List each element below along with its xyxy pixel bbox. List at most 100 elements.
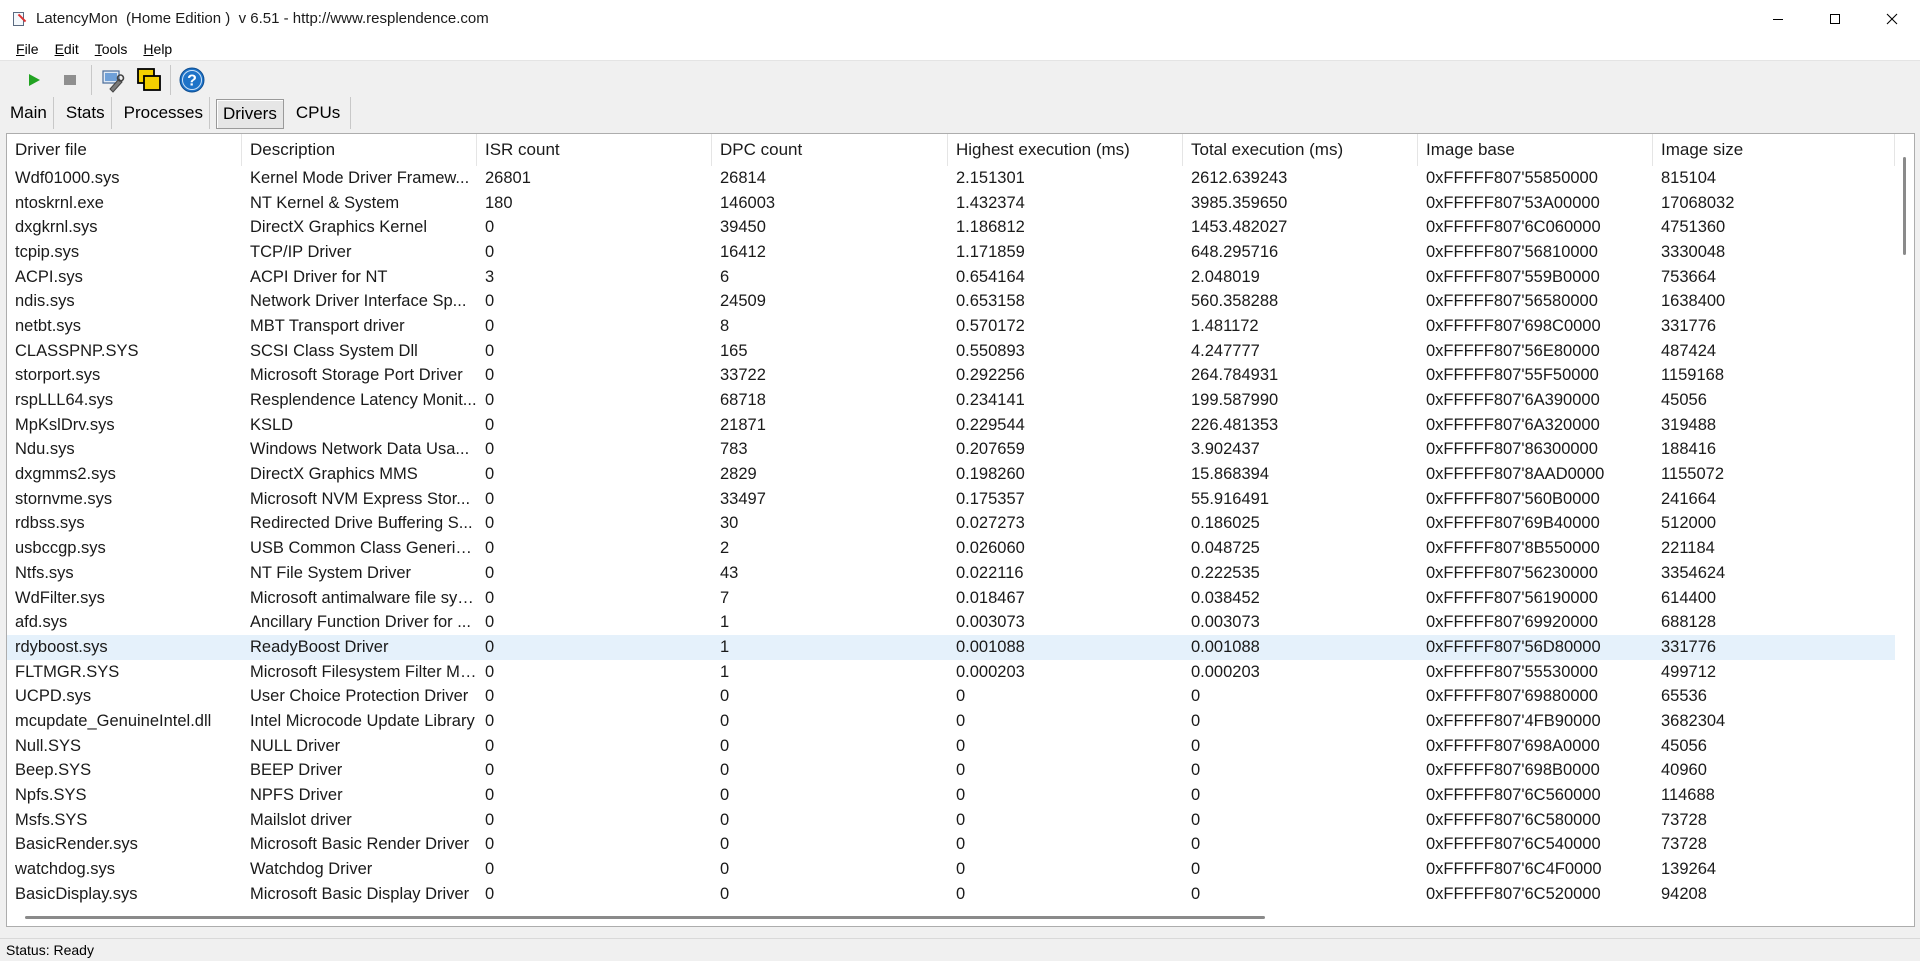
cell-driver-file: WdFilter.sys — [15, 588, 105, 607]
cell-description: Kernel Mode Driver Framew... — [250, 168, 470, 187]
drivers-list[interactable]: Driver file Description ISR count DPC co… — [6, 133, 1915, 927]
cell-isr-count: 0 — [485, 711, 495, 730]
cell-highest-execution: 0.570172 — [956, 316, 1025, 335]
table-row[interactable]: tcpip.sys TCP/IP Driver 0 16412 1.171859 648.… — [7, 240, 1895, 265]
windows-button[interactable] — [131, 63, 167, 97]
cell-isr-count: 0 — [485, 835, 495, 854]
tab-cpus-label: CPUs — [295, 103, 341, 122]
column-header-dpc-count[interactable]: DPC count — [712, 134, 948, 166]
cell-driver-file: ndis.sys — [15, 292, 75, 311]
cell-image-size: 499712 — [1661, 662, 1717, 681]
close-button[interactable] — [1863, 0, 1920, 37]
cell-description: BEEP Driver — [250, 761, 343, 780]
tab-stats[interactable]: Stats — [60, 97, 112, 129]
table-row[interactable]: ntoskrnl.exe NT Kernel & System 180 146003 1… — [7, 191, 1895, 216]
table-row[interactable]: Msfs.SYS Mailslot driver 0 0 0 0 0xFFFFF807'6C… — [7, 808, 1895, 833]
table-row[interactable]: dxgkrnl.sys DirectX Graphics Kernel 0 39450… — [7, 215, 1895, 240]
table-row[interactable]: ndis.sys Network Driver Interface Sp... 0 2… — [7, 289, 1895, 314]
column-header-highest-execution[interactable]: Highest execution (ms) — [948, 134, 1183, 166]
tab-processes-label: Processes — [123, 103, 203, 122]
horizontal-scroll-thumb[interactable] — [25, 916, 1265, 919]
table-row[interactable]: rdbss.sys Redirected Drive Buffering S...… — [7, 512, 1895, 537]
menu-edit[interactable]: Edit — [55, 41, 79, 57]
tab-cpus[interactable]: CPUs — [290, 97, 352, 129]
table-row[interactable]: BasicDisplay.sys Microsoft Basic Display … — [7, 882, 1895, 907]
table-row[interactable]: afd.sys Ancillary Function Driver for ...… — [7, 610, 1895, 635]
table-row[interactable]: CLASSPNP.SYS SCSI Class System Dll 0 165 0.5… — [7, 339, 1895, 364]
cell-image-base: 0xFFFFF807'6C060000 — [1426, 218, 1601, 237]
column-header-total-execution[interactable]: Total execution (ms) — [1183, 134, 1418, 166]
cell-total-execution: 0 — [1191, 711, 1201, 730]
column-header-isr-count[interactable]: ISR count — [477, 134, 712, 166]
menu-help[interactable]: Help — [143, 41, 172, 57]
cell-total-execution: 560.358288 — [1191, 292, 1279, 311]
cell-driver-file: dxgkrnl.sys — [15, 218, 98, 237]
column-header-description[interactable]: Description — [242, 134, 477, 166]
table-row[interactable]: Beep.SYS BEEP Driver 0 0 0 0 0xFFFFF807'698B00… — [7, 759, 1895, 784]
cell-isr-count: 0 — [485, 440, 495, 459]
cell-isr-count: 0 — [485, 292, 495, 311]
window-controls — [1749, 0, 1920, 37]
table-row[interactable]: rdyboost.sys ReadyBoost Driver 0 1 0.001088 0… — [7, 635, 1895, 660]
table-row[interactable]: Wdf01000.sys Kernel Mode Driver Framew...… — [7, 166, 1895, 191]
cell-total-execution: 3985.359650 — [1191, 193, 1288, 212]
maximize-button[interactable] — [1806, 0, 1863, 37]
start-monitor-button[interactable] — [16, 63, 52, 97]
options-button[interactable] — [95, 63, 131, 97]
cell-dpc-count: 1 — [720, 662, 730, 681]
cell-driver-file: tcpip.sys — [15, 242, 80, 261]
cell-image-size: 487424 — [1661, 341, 1717, 360]
table-row[interactable]: WdFilter.sys Microsoft antimalware file s… — [7, 586, 1895, 611]
table-row[interactable]: UCPD.sys User Choice Protection Driver 0 0 0… — [7, 684, 1895, 709]
cell-highest-execution: 0.027273 — [956, 514, 1025, 533]
table-row[interactable]: stornvme.sys Microsoft NVM Express Stor..… — [7, 487, 1895, 512]
cell-total-execution: 3.902437 — [1191, 440, 1260, 459]
column-header-driver-file[interactable]: Driver file — [7, 134, 242, 166]
tab-processes[interactable]: Processes — [118, 97, 210, 129]
cell-image-base: 0xFFFFF807'698B0000 — [1426, 761, 1600, 780]
table-row[interactable]: dxgmms2.sys DirectX Graphics MMS 0 2829 0.19… — [7, 462, 1895, 487]
table-row[interactable]: netbt.sys MBT Transport driver 0 8 0.570172 1… — [7, 314, 1895, 339]
table-row[interactable]: Ntfs.sys NT File System Driver 0 43 0.022116… — [7, 561, 1895, 586]
horizontal-scrollbar[interactable] — [7, 907, 1895, 926]
table-row[interactable]: Null.SYS NULL Driver 0 0 0 0 0xFFFFF807'698A00… — [7, 734, 1895, 759]
help-button[interactable]: ? — [174, 63, 210, 97]
cell-highest-execution: 0.198260 — [956, 465, 1025, 484]
stop-monitor-button[interactable] — [52, 63, 88, 97]
vertical-scrollbar[interactable] — [1895, 134, 1914, 908]
cell-image-base: 0xFFFFF807'55F50000 — [1426, 366, 1599, 385]
table-row[interactable]: Npfs.SYS NPFS Driver 0 0 0 0 0xFFFFF807'6C5600… — [7, 783, 1895, 808]
cell-highest-execution: 0.000203 — [956, 662, 1025, 681]
cell-driver-file: Msfs.SYS — [15, 810, 88, 829]
cell-image-base: 0xFFFFF807'69B40000 — [1426, 514, 1600, 533]
cell-highest-execution: 0.022116 — [956, 563, 1024, 582]
table-row[interactable]: usbccgp.sys USB Common Class Generic ... 0… — [7, 536, 1895, 561]
tab-drivers[interactable]: Drivers — [215, 99, 284, 129]
table-row[interactable]: watchdog.sys Watchdog Driver 0 0 0 0 0xFFFFF80… — [7, 857, 1895, 882]
table-row[interactable]: BasicRender.sys Microsoft Basic Render Dr… — [7, 833, 1895, 858]
cell-highest-execution: 0 — [956, 761, 966, 780]
window-title: LatencyMon (Home Edition ) v 6.51 - http… — [36, 10, 489, 27]
table-row[interactable]: MpKslDrv.sys KSLD 0 21871 0.229544 226.481353… — [7, 413, 1895, 438]
table-row[interactable]: storport.sys Microsoft Storage Port Drive… — [7, 364, 1895, 389]
cell-description: Microsoft NVM Express Stor... — [250, 489, 471, 508]
column-header-image-base[interactable]: Image base — [1418, 134, 1653, 166]
cell-driver-file: Wdf01000.sys — [15, 168, 120, 187]
cell-image-size: 512000 — [1661, 514, 1717, 533]
menu-tools[interactable]: Tools — [95, 41, 128, 57]
table-row[interactable]: ACPI.sys ACPI Driver for NT 3 6 0.654164 2.04… — [7, 265, 1895, 290]
vertical-scroll-thumb[interactable] — [1903, 157, 1906, 255]
table-row[interactable]: FLTMGR.SYS Microsoft Filesystem Filter Ma… — [7, 660, 1895, 685]
cell-description: KSLD — [250, 415, 294, 434]
column-header-image-size[interactable]: Image size — [1653, 134, 1895, 166]
menu-file[interactable]: File — [16, 41, 39, 57]
cell-driver-file: storport.sys — [15, 366, 101, 385]
table-row[interactable]: rspLLL64.sys Resplendence Latency Monit..… — [7, 388, 1895, 413]
table-row[interactable]: mcupdate_GenuineIntel.dll Intel Microcode… — [7, 709, 1895, 734]
tab-main[interactable]: Main — [4, 97, 54, 129]
title-bar[interactable]: LatencyMon (Home Edition ) v 6.51 - http… — [0, 0, 1920, 37]
cell-highest-execution: 0 — [956, 786, 966, 805]
minimize-button[interactable] — [1749, 0, 1806, 37]
table-row[interactable]: Ndu.sys Windows Network Data Usa... 0 783 0.… — [7, 438, 1895, 463]
cell-description: TCP/IP Driver — [250, 242, 352, 261]
